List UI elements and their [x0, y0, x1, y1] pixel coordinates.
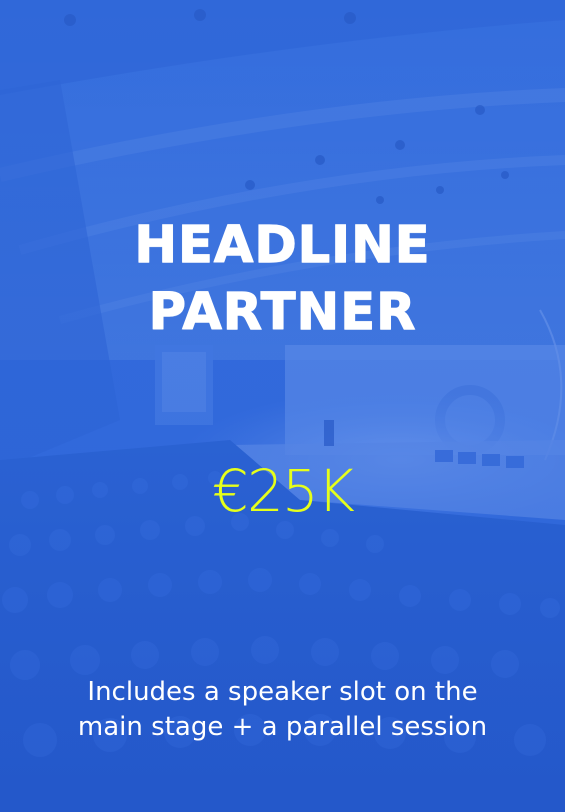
tier-description-line-2: main stage + a parallel session: [77, 712, 488, 742]
tier-title: HEADLINE PARTNER: [0, 212, 565, 346]
sponsorship-tier-card: HEADLINE PARTNER €25K Includes a speaker…: [0, 0, 565, 812]
tier-description: Includes a speaker slot on the main stag…: [0, 675, 565, 745]
tier-title-line-1: HEADLINE: [134, 215, 431, 275]
tier-description-line-1: Includes a speaker slot on the: [87, 677, 478, 707]
tier-price: €25K: [212, 457, 355, 525]
tier-title-line-2: PARTNER: [148, 282, 417, 342]
